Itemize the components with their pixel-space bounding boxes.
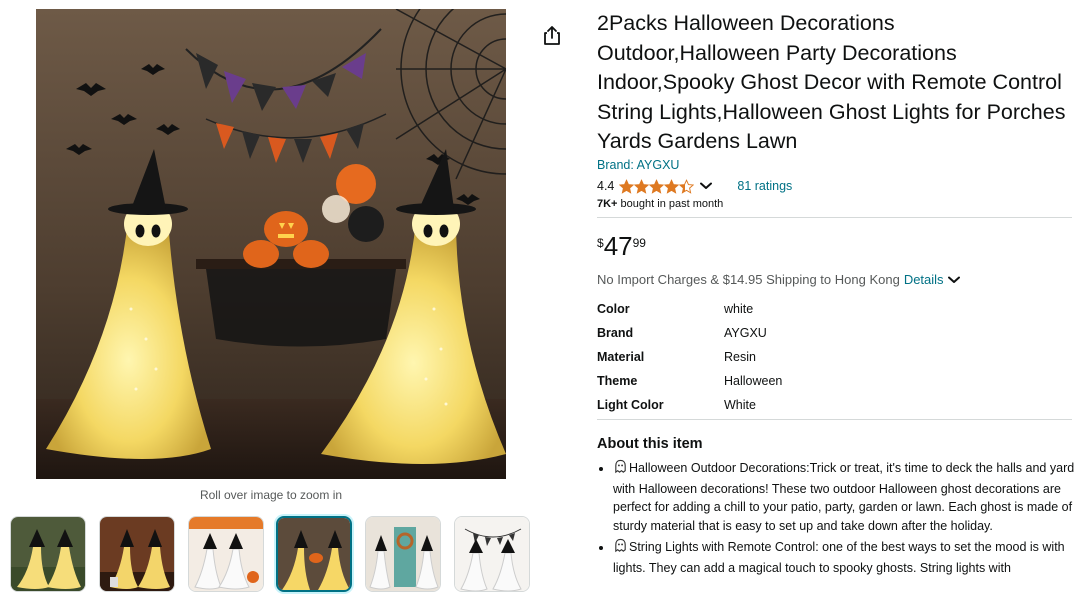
thumbnail-4-illustration bbox=[278, 518, 350, 590]
star-icon bbox=[679, 178, 695, 194]
shipping-text: No Import Charges & $14.95 Shipping to H… bbox=[597, 272, 900, 287]
spec-key: Color bbox=[597, 302, 630, 316]
price-symbol: $ bbox=[597, 236, 604, 250]
star-icon bbox=[664, 178, 680, 194]
chevron-down-icon[interactable] bbox=[947, 276, 960, 284]
bought-text: bought in past month bbox=[617, 198, 724, 210]
chevron-down-icon[interactable] bbox=[700, 182, 713, 190]
ghost-emoji-icon bbox=[613, 538, 628, 559]
brand-link[interactable]: Brand: AYGXU bbox=[597, 158, 679, 172]
share-icon[interactable] bbox=[541, 24, 563, 46]
shipping-details-link[interactable]: Details bbox=[904, 272, 944, 287]
about-heading: About this item bbox=[597, 436, 703, 452]
thumbnail-4[interactable] bbox=[276, 516, 352, 592]
price: $ 47 99 bbox=[597, 232, 646, 260]
thumbnail-2[interactable] bbox=[99, 516, 175, 592]
main-image-illustration bbox=[36, 9, 506, 479]
thumbnail-6[interactable] bbox=[454, 516, 530, 592]
rating-row: 4.4 81 ratings bbox=[597, 177, 792, 195]
thumbnail-1-illustration bbox=[11, 517, 85, 591]
spec-value: AYGXU bbox=[724, 326, 767, 340]
spec-key: Theme bbox=[597, 374, 638, 388]
spec-row: Brand AYGXU bbox=[597, 321, 782, 345]
price-fraction: 99 bbox=[632, 236, 646, 250]
spec-row: Color white bbox=[597, 297, 782, 321]
thumbnail-1[interactable] bbox=[10, 516, 86, 592]
star-icon bbox=[619, 178, 635, 194]
thumbnail-6-illustration bbox=[455, 517, 529, 591]
bought-in-past-month: 7K+ bought in past month bbox=[597, 198, 723, 210]
about-bullet: String Lights with Remote Control: one o… bbox=[613, 538, 1080, 577]
spec-value: Halloween bbox=[724, 374, 783, 388]
spec-key: Material bbox=[597, 350, 645, 364]
about-bullet-text: Halloween Outdoor Decorations:Trick or t… bbox=[613, 461, 1075, 533]
main-product-image[interactable] bbox=[36, 9, 506, 479]
star-rating[interactable] bbox=[619, 178, 695, 194]
spec-value: White bbox=[724, 398, 756, 412]
product-specs-table: Color white Brand AYGXU Material Resin Theme Ha… bbox=[597, 297, 782, 417]
bought-count: 7K+ bbox=[597, 198, 618, 210]
about-bullets: Halloween Outdoor Decorations:Trick or t… bbox=[597, 459, 1080, 581]
spec-key: Light Color bbox=[597, 398, 664, 412]
product-title: 2Packs Halloween Decorations Outdoor,Hal… bbox=[597, 11, 1066, 154]
ghost-emoji-icon bbox=[613, 459, 628, 480]
zoom-hint: Roll over image to zoom in bbox=[199, 488, 343, 502]
spec-row: Light Color White bbox=[597, 393, 782, 417]
ratings-count-link[interactable]: 81 ratings bbox=[737, 179, 792, 193]
thumbnail-5[interactable] bbox=[365, 516, 441, 592]
shipping-info: No Import Charges & $14.95 Shipping to H… bbox=[597, 272, 960, 287]
about-bullet: Halloween Outdoor Decorations:Trick or t… bbox=[613, 459, 1080, 535]
rating-value: 4.4 bbox=[597, 179, 615, 193]
spec-row: Theme Halloween bbox=[597, 369, 782, 393]
spec-value: white bbox=[724, 302, 754, 316]
divider bbox=[597, 217, 1072, 218]
star-icon bbox=[649, 178, 665, 194]
thumbnail-3[interactable] bbox=[188, 516, 264, 592]
thumbnail-5-illustration bbox=[366, 517, 440, 591]
about-bullet-text: String Lights with Remote Control: one o… bbox=[613, 540, 1065, 575]
spec-value: Resin bbox=[724, 350, 756, 364]
spec-row: Material Resin bbox=[597, 345, 782, 369]
thumbnail-3-illustration bbox=[189, 517, 263, 591]
thumbnail-2-illustration bbox=[100, 517, 174, 591]
spec-key: Brand bbox=[597, 326, 634, 340]
price-whole: 47 bbox=[603, 231, 633, 261]
divider bbox=[597, 419, 1072, 420]
star-icon bbox=[634, 178, 650, 194]
